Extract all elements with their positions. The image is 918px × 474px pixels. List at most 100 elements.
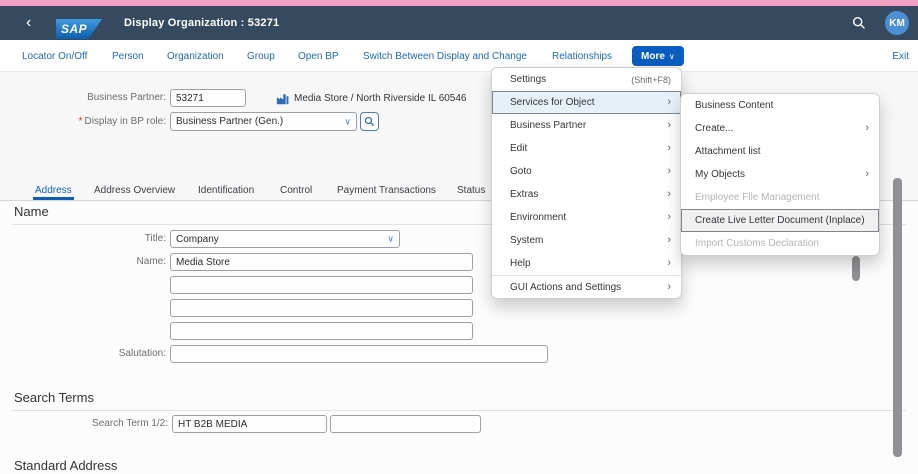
- menu-item-label: Edit: [510, 143, 527, 154]
- menu-item-business-partner[interactable]: Business Partner: [492, 114, 681, 137]
- organization-summary: Media Store / North Riverside IL 60546: [294, 89, 467, 107]
- submenu-item-employee-file-management: Employee File Management: [681, 186, 879, 209]
- submenu-item-my-objects[interactable]: My Objects: [681, 163, 879, 186]
- bp-role-select[interactable]: Business Partner (Gen.): [170, 112, 357, 131]
- title-label: Title:: [0, 230, 166, 248]
- chevron-down-icon: [344, 116, 351, 127]
- submenu-item-attachment-list[interactable]: Attachment list: [681, 140, 879, 163]
- menu-item-gui-actions-settings[interactable]: GUI Actions and Settings: [492, 275, 681, 298]
- section-divider: [12, 410, 906, 411]
- search-term-label: Search Term 1/2:: [0, 415, 168, 433]
- menu-item-label: Create...: [695, 123, 733, 134]
- standard-address-heading: Standard Address: [14, 458, 117, 473]
- menu-item-shortcut: (Shift+F8): [631, 75, 671, 85]
- more-button-label: More: [641, 51, 665, 62]
- submenu-arrow-icon: [667, 212, 671, 223]
- name-field[interactable]: [170, 253, 473, 271]
- menu-item-services-for-object[interactable]: Services for Object: [492, 91, 681, 114]
- submenu-item-create[interactable]: Create...: [681, 117, 879, 140]
- salutation-field[interactable]: [170, 345, 548, 363]
- menu-item-label: Services for Object: [510, 97, 594, 108]
- menubar-item-open-bp[interactable]: Open BP: [298, 40, 339, 72]
- submenu-arrow-icon: [865, 169, 869, 180]
- exit-button[interactable]: Exit: [892, 40, 909, 72]
- submenu-item-business-content[interactable]: Business Content: [681, 94, 879, 117]
- menu-item-label: Extras: [510, 189, 538, 200]
- menubar-item-group[interactable]: Group: [247, 40, 275, 72]
- menu-item-label: GUI Actions and Settings: [510, 282, 621, 293]
- menu-item-label: Settings: [510, 74, 546, 85]
- back-icon[interactable]: [26, 6, 31, 40]
- menu-item-system[interactable]: System: [492, 229, 681, 252]
- menu-item-goto[interactable]: Goto: [492, 160, 681, 183]
- submenu-arrow-icon: [667, 258, 671, 269]
- content-scrollbar-thumb[interactable]: [852, 256, 860, 281]
- submenu-arrow-icon: [667, 189, 671, 200]
- submenu-arrow-icon: [667, 120, 671, 131]
- name-field-3[interactable]: [170, 299, 473, 317]
- search-term-1-field[interactable]: [172, 415, 327, 433]
- avatar[interactable]: KM: [885, 11, 909, 35]
- menu-item-label: System: [510, 235, 543, 246]
- menu-item-extras[interactable]: Extras: [492, 183, 681, 206]
- menubar-item-person[interactable]: Person: [112, 40, 144, 72]
- bp-role-value: Business Partner (Gen.): [176, 116, 283, 127]
- tab-address-overview[interactable]: Address Overview: [94, 180, 175, 200]
- title-select[interactable]: Company: [170, 230, 400, 248]
- tab-identification[interactable]: Identification: [198, 180, 254, 200]
- menu-item-label: Business Partner: [510, 120, 586, 131]
- name-field-4[interactable]: [170, 322, 473, 340]
- tab-payment-transactions[interactable]: Payment Transactions: [337, 180, 436, 200]
- tab-address[interactable]: Address: [35, 180, 72, 200]
- menu-item-label: Help: [510, 258, 531, 269]
- organization-icon: [276, 92, 289, 104]
- submenu-arrow-icon: [667, 235, 671, 246]
- menubar-item-organization[interactable]: Organization: [167, 40, 224, 72]
- business-partner-label: Business Partner:: [0, 89, 166, 107]
- submenu-arrow-icon: [667, 166, 671, 177]
- value-help-button[interactable]: [360, 112, 379, 131]
- chevron-down-icon: [387, 234, 394, 245]
- required-asterisk: *: [79, 116, 83, 127]
- menu-item-label: My Objects: [695, 169, 745, 180]
- more-button[interactable]: More: [632, 46, 684, 66]
- sap-logo: SAP: [56, 19, 102, 39]
- menu-item-label: Employee File Management: [695, 192, 820, 203]
- menu-item-label: Business Content: [695, 100, 773, 111]
- search-term-2-field[interactable]: [330, 415, 481, 433]
- submenu-arrow-icon: [667, 282, 671, 293]
- more-dropdown-menu: Settings (Shift+F8) Services for Object …: [491, 67, 682, 299]
- menu-item-label: Environment: [510, 212, 566, 223]
- action-menubar: Locator On/Off Person Organization Group…: [0, 40, 918, 72]
- menu-item-help[interactable]: Help: [492, 252, 681, 275]
- submenu-arrow-icon: [667, 97, 671, 108]
- name-section-heading: Name: [14, 204, 49, 219]
- vertical-scrollbar-thumb[interactable]: [893, 178, 902, 457]
- sap-logo-text: SAP: [61, 22, 87, 36]
- search-icon[interactable]: [852, 16, 866, 30]
- business-partner-field[interactable]: [170, 89, 246, 107]
- services-for-object-submenu: Business Content Create... Attachment li…: [680, 93, 880, 256]
- shellbar: SAP Display Organization : 53271 KM: [0, 6, 918, 40]
- menu-item-label: Attachment list: [695, 146, 761, 157]
- title-value: Company: [176, 234, 219, 245]
- tab-control[interactable]: Control: [280, 180, 312, 200]
- name-field-2[interactable]: [170, 276, 473, 294]
- search-terms-heading: Search Terms: [14, 390, 94, 405]
- menubar-item-locator[interactable]: Locator On/Off: [22, 40, 87, 72]
- submenu-arrow-icon: [667, 143, 671, 154]
- salutation-label: Salutation:: [0, 345, 166, 363]
- bp-role-label: *Display in BP role:: [0, 112, 166, 131]
- menu-item-settings[interactable]: Settings (Shift+F8): [492, 68, 681, 91]
- page-title: Display Organization : 53271: [124, 6, 279, 40]
- tab-status[interactable]: Status: [457, 180, 485, 200]
- menu-item-label: Import Customs Declaration: [695, 238, 819, 249]
- chevron-down-icon: [669, 51, 675, 62]
- submenu-item-create-live-letter-document[interactable]: Create Live Letter Document (Inplace): [681, 209, 879, 232]
- submenu-arrow-icon: [865, 123, 869, 134]
- submenu-item-import-customs-declaration: Import Customs Declaration: [681, 232, 879, 255]
- menu-item-environment[interactable]: Environment: [492, 206, 681, 229]
- menu-item-edit[interactable]: Edit: [492, 137, 681, 160]
- menu-item-label: Create Live Letter Document (Inplace): [695, 215, 865, 226]
- sap-display-organization-page: { "shellbar": { "logo_text": "SAP", "tit…: [0, 0, 918, 474]
